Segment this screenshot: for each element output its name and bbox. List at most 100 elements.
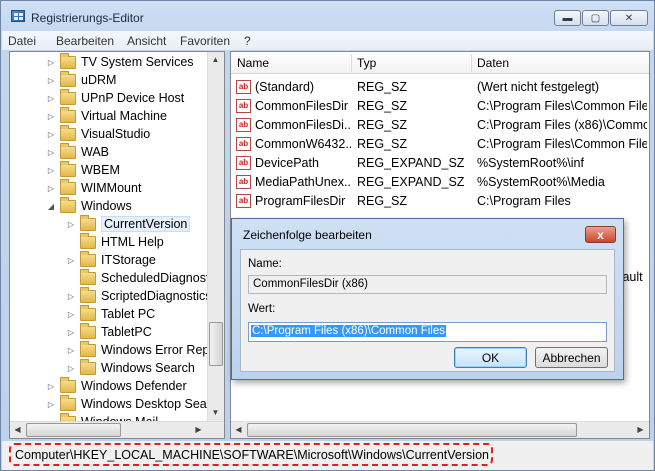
expand-arrow-icon[interactable]: ▷ <box>46 400 56 409</box>
tree-item[interactable]: ▷ TabletPC <box>66 322 152 341</box>
value-type: REG_SZ <box>357 194 408 208</box>
expand-arrow-icon[interactable]: ▷ <box>66 292 76 301</box>
scroll-right-icon[interactable]: ▶ <box>191 422 206 437</box>
tree-item[interactable]: ▷ Tablet PC <box>66 304 155 323</box>
folder-icon <box>60 376 76 393</box>
title-bar[interactable]: Registrierungs-Editor ▬ ▢ ✕ <box>1 1 654 31</box>
folder-icon <box>60 160 76 177</box>
tree-item-label: Windows Error Repo <box>101 343 217 357</box>
list-horizontal-scroll-thumb[interactable] <box>247 423 577 437</box>
expand-arrow-icon[interactable]: ▷ <box>46 58 56 67</box>
folder-icon <box>60 124 76 141</box>
expand-arrow-icon[interactable]: ▷ <box>66 256 76 265</box>
expand-arrow-icon[interactable]: ▷ <box>46 76 56 85</box>
tree-item[interactable]: ▷ CurrentVersion <box>66 214 191 233</box>
list-row[interactable]: ab CommonFilesDir REG_SZ C:\Program Files\C… <box>231 97 649 116</box>
menu-ansicht[interactable]: Ansicht <box>127 34 166 48</box>
scroll-up-icon[interactable]: ▲ <box>208 52 223 67</box>
tree-item[interactable]: ◢ Windows <box>46 196 132 215</box>
folder-icon <box>60 70 76 87</box>
scroll-down-icon[interactable]: ▼ <box>208 405 223 420</box>
tree-item[interactable]: ▷ ScriptedDiagnosticsP <box>66 286 220 305</box>
column-header-type[interactable]: Typ <box>357 56 376 70</box>
minimize-button[interactable]: ▬ <box>554 10 581 26</box>
scroll-left-icon[interactable]: ◀ <box>231 422 246 437</box>
expand-arrow-icon[interactable]: ◢ <box>46 202 56 211</box>
column-header-name[interactable]: Name <box>237 56 269 70</box>
tree-item-label: WIMMount <box>81 181 142 195</box>
tree-horizontal-scrollbar[interactable]: ◀ ▶ <box>10 421 224 438</box>
expand-arrow-icon[interactable]: ▷ <box>46 112 56 121</box>
folder-icon <box>80 322 96 339</box>
scroll-left-icon[interactable]: ◀ <box>10 422 25 437</box>
tree-item[interactable]: ▷ WAB <box>46 142 109 161</box>
menu-bearbeiten[interactable]: Bearbeiten <box>56 34 114 48</box>
tree-item-label: Windows <box>81 199 132 213</box>
expand-arrow-icon[interactable]: ▷ <box>66 346 76 355</box>
list-horizontal-scrollbar[interactable]: ◀ ▶ <box>231 421 649 438</box>
tree-item[interactable]: ▷ VisualStudio <box>46 124 150 143</box>
scroll-right-icon[interactable]: ▶ <box>633 422 648 437</box>
value-name: ProgramFilesDir <box>255 194 346 208</box>
tree-item-label: ScheduledDiagnostic <box>101 271 219 285</box>
tree-item[interactable]: HTML Help <box>66 232 164 251</box>
cancel-button[interactable]: Abbrechen <box>535 347 608 368</box>
menu-help[interactable]: ? <box>244 34 251 48</box>
list-row[interactable]: ab (Standard) REG_SZ (Wert nicht festgelegt… <box>231 78 649 97</box>
tree-item-label: WBEM <box>81 163 120 177</box>
expand-arrow-icon[interactable]: ▷ <box>66 220 76 229</box>
registry-path: Computer\HKEY_LOCAL_MACHINE\SOFTWARE\Mic… <box>15 448 489 462</box>
ok-button[interactable]: OK <box>454 347 527 368</box>
value-name: (Standard) <box>255 80 315 94</box>
expand-arrow-icon[interactable]: ▷ <box>46 166 56 175</box>
tree-item[interactable]: ▷ Windows Defender <box>46 376 187 395</box>
tree-item-label: uDRM <box>81 73 117 87</box>
folder-icon <box>80 250 96 267</box>
expand-arrow-icon[interactable]: ▷ <box>46 94 56 103</box>
tree-item[interactable]: ▷ uDRM <box>46 70 117 89</box>
close-button[interactable]: ✕ <box>610 10 648 26</box>
tree-item[interactable]: ▷ Windows Search <box>66 358 195 377</box>
tree-item-label: ScriptedDiagnosticsP <box>101 289 220 303</box>
expand-arrow-icon[interactable]: ▷ <box>46 382 56 391</box>
tree-item[interactable]: ▷ Windows Desktop Searc <box>46 394 217 413</box>
tree-horizontal-scroll-thumb[interactable] <box>26 423 121 437</box>
maximize-button[interactable]: ▢ <box>582 10 609 26</box>
value-data: C:\Program Files\Common Files <box>477 137 647 151</box>
dialog-close-button[interactable]: x <box>585 226 616 243</box>
expand-arrow-icon[interactable]: ▷ <box>46 148 56 157</box>
tree-item[interactable]: ▷ TV System Services <box>46 52 194 71</box>
tree-vertical-scrollbar[interactable]: ▲ ▼ <box>207 52 224 422</box>
expand-arrow-icon[interactable]: ▷ <box>66 328 76 337</box>
value-type: REG_SZ <box>357 118 408 132</box>
registry-tree[interactable]: ▷ TV System Services ▷ uDRM ▷ UPnP Device Hos… <box>9 51 225 439</box>
list-row[interactable]: ab DevicePath REG_EXPAND_SZ %SystemRoot%\in… <box>231 154 649 173</box>
expand-arrow-icon[interactable]: ▷ <box>46 184 56 193</box>
folder-icon <box>80 340 96 357</box>
value-data: C:\Program Files\Common Files <box>477 99 647 113</box>
menu-datei[interactable]: Datei <box>8 34 36 48</box>
list-row[interactable]: ab MediaPathUnex... REG_EXPAND_SZ %SystemRo… <box>231 173 649 192</box>
tree-item[interactable]: ▷ UPnP Device Host <box>46 88 184 107</box>
name-field-value: CommonFilesDir (x86) <box>253 278 369 290</box>
tree-item[interactable]: ▷ WIMMount <box>46 178 142 197</box>
tree-item-label: HTML Help <box>101 235 164 249</box>
list-row[interactable]: ab CommonW6432... REG_SZ C:\Program Files\C… <box>231 135 649 154</box>
expand-arrow-icon[interactable]: ▷ <box>66 310 76 319</box>
tree-item[interactable]: ▷ ITStorage <box>66 250 156 269</box>
value-input-text[interactable]: C:\Program Files (x86)\Common Files <box>251 325 446 337</box>
list-row[interactable]: ab ProgramFilesDir REG_SZ C:\Program Files <box>231 192 649 211</box>
tree-vertical-scroll-thumb[interactable] <box>209 322 223 366</box>
column-header-data[interactable]: Daten <box>477 56 509 70</box>
tree-item[interactable]: ▷ Virtual Machine <box>46 106 167 125</box>
tree-item[interactable]: ScheduledDiagnostic <box>66 268 219 287</box>
tree-item[interactable]: ▷ WBEM <box>46 160 120 179</box>
menu-favoriten[interactable]: Favoriten <box>180 34 230 48</box>
tree-item[interactable]: ▷ Windows Error Repo <box>66 340 217 359</box>
expand-arrow-icon[interactable]: ▷ <box>66 364 76 373</box>
list-row[interactable]: ab CommonFilesDi... REG_SZ C:\Program Files… <box>231 116 649 135</box>
expand-arrow-icon[interactable]: ▷ <box>46 130 56 139</box>
status-bar: Computer\HKEY_LOCAL_MACHINE\SOFTWARE\Mic… <box>2 441 653 470</box>
name-field: CommonFilesDir (x86) <box>248 275 607 294</box>
value-input[interactable]: C:\Program Files (x86)\Common Files <box>248 322 607 342</box>
